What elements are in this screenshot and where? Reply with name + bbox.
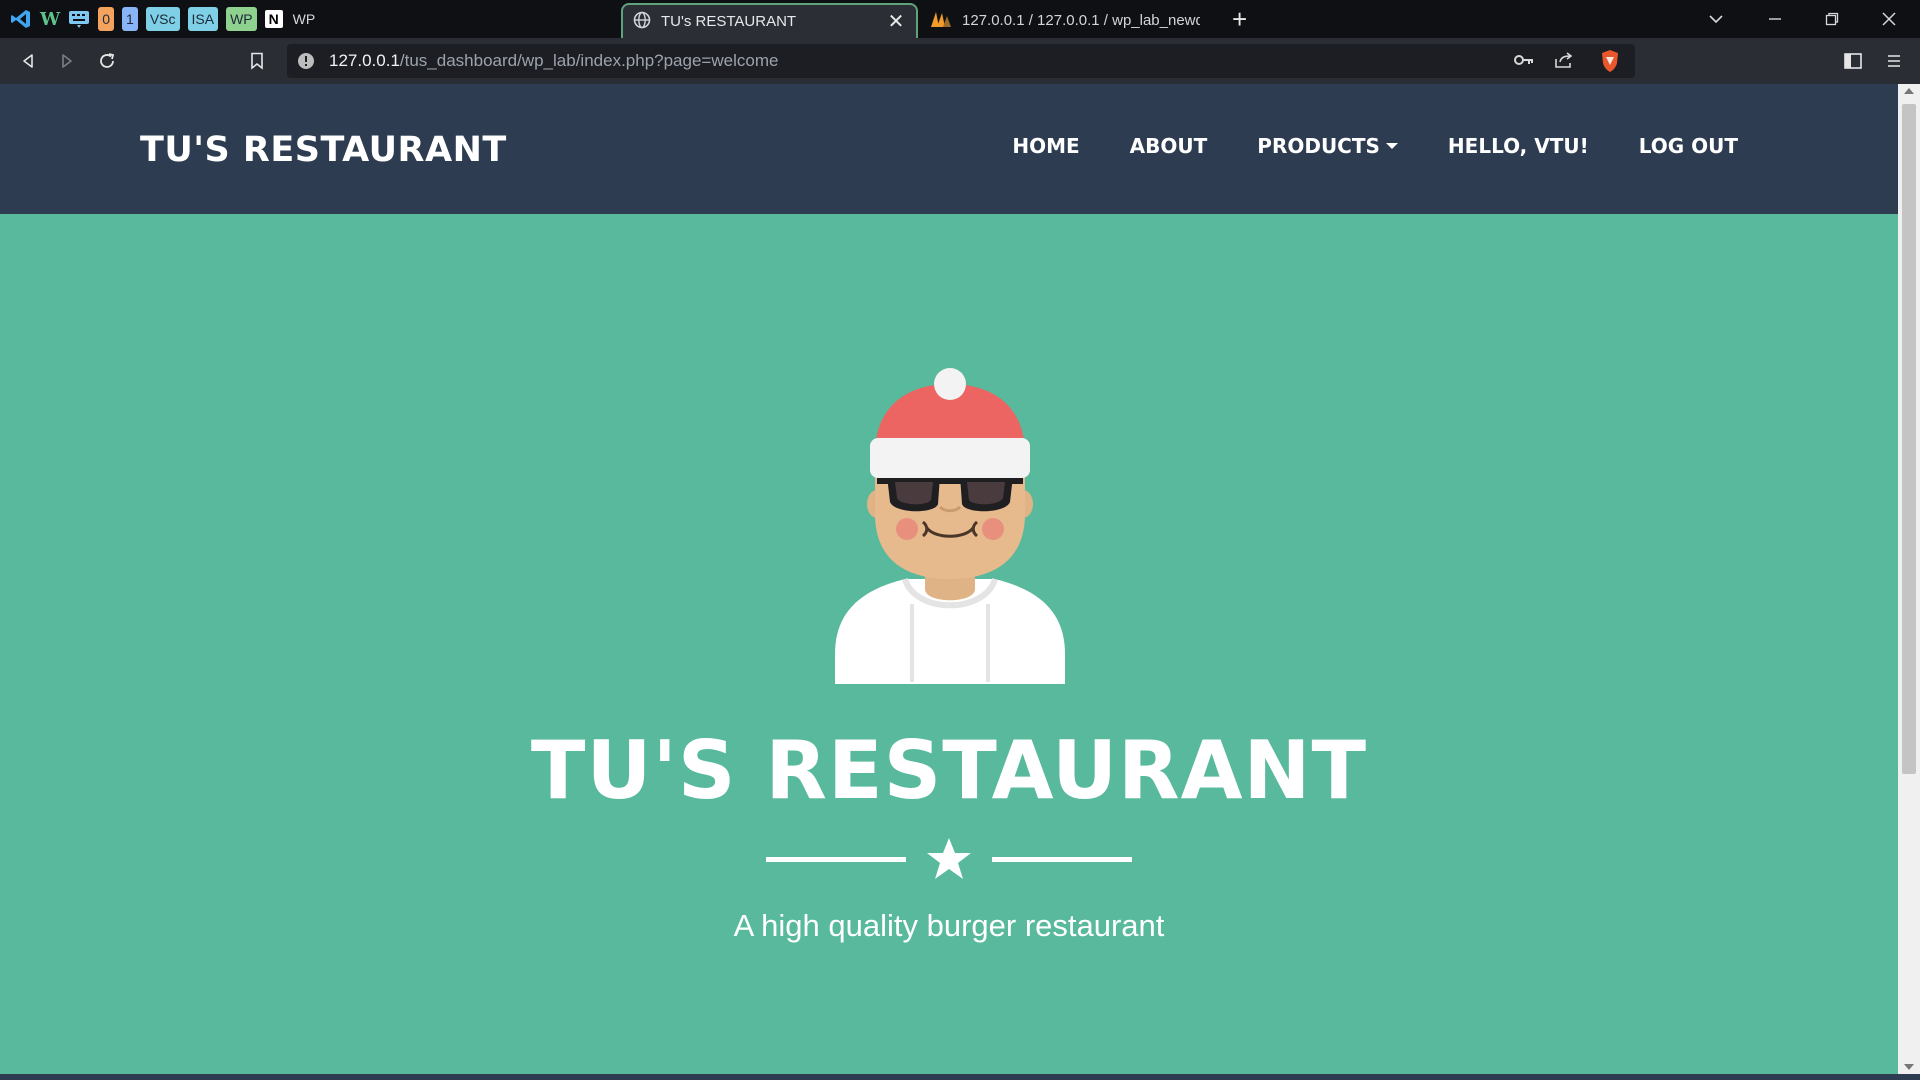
- nav-hello-user[interactable]: HELLO, VTU!: [1448, 134, 1589, 158]
- sidebar-icon[interactable]: [1835, 38, 1871, 84]
- url-host: 127.0.0.1: [329, 51, 400, 70]
- nav-home[interactable]: HOME: [1012, 134, 1079, 158]
- pinned-tab-wp[interactable]: WP: [226, 4, 257, 34]
- brave-shield-icon[interactable]: [1600, 49, 1620, 78]
- phpmyadmin-icon: [930, 10, 952, 32]
- vscode-icon[interactable]: [10, 4, 32, 34]
- address-bar[interactable]: 127.0.0.1/tus_dashboard/wp_lab/index.php…: [287, 44, 1635, 78]
- scrollbar-thumb[interactable]: [1902, 104, 1916, 774]
- scroll-down-icon[interactable]: [1904, 1064, 1914, 1070]
- globe-icon: [633, 11, 651, 33]
- pinned-tab-isa[interactable]: ISA: [187, 4, 219, 34]
- back-icon[interactable]: [10, 38, 46, 84]
- bookmark-icon[interactable]: [239, 38, 275, 84]
- nav-about[interactable]: ABOUT: [1130, 134, 1208, 158]
- share-icon[interactable]: [1554, 51, 1574, 74]
- browser-tab-strip: W 0 1 VSc ISA WP N WP TU's RESTAURANT ✕ …: [0, 0, 1920, 38]
- badge-label: 1: [122, 7, 138, 31]
- nav-products-dropdown[interactable]: PRODUCTS: [1257, 134, 1398, 158]
- notion-tab-label: WP: [292, 11, 316, 27]
- reload-icon[interactable]: [89, 38, 125, 84]
- divider-line-left: [766, 857, 906, 862]
- pinned-tab-badge-0[interactable]: 0: [98, 4, 115, 34]
- keyboard-icon[interactable]: [68, 4, 90, 34]
- url-path: /tus_dashboard/wp_lab/index.php?page=wel…: [399, 51, 779, 70]
- site-navbar: TU'S RESTAURANT HOME ABOUT PRODUCTS HELL…: [0, 84, 1898, 214]
- star-divider: [766, 838, 1132, 879]
- tab-phpmyadmin[interactable]: 127.0.0.1 / 127.0.0.1 / wp_lab_newdb /: [920, 3, 1210, 38]
- nav-products-label: PRODUCTS: [1257, 134, 1380, 158]
- wordpress-w-icon[interactable]: W: [40, 4, 60, 34]
- tab-title: 127.0.0.1 / 127.0.0.1 / wp_lab_newdb /: [962, 12, 1200, 29]
- notion-tab[interactable]: N WP: [264, 4, 316, 34]
- badge-label: VSc: [145, 7, 180, 31]
- key-icon[interactable]: [1514, 53, 1534, 72]
- star-icon: [927, 838, 971, 879]
- scroll-up-icon[interactable]: [1904, 88, 1914, 94]
- badge-label: WP: [226, 7, 257, 31]
- divider-line-right: [992, 857, 1132, 862]
- forward-icon[interactable]: [49, 38, 85, 84]
- hero-title: TU'S RESTAURANT: [530, 724, 1368, 817]
- hero-subtitle: A high quality burger restaurant: [733, 908, 1165, 943]
- pinned-tabs: W 0 1 VSc ISA WP N WP: [0, 0, 323, 38]
- badge-label: 0: [98, 7, 115, 31]
- menu-icon[interactable]: [1876, 38, 1912, 84]
- pinned-tab-badge-1[interactable]: 1: [122, 4, 138, 34]
- page-viewport: TU'S RESTAURANT HOME ABOUT PRODUCTS HELL…: [0, 84, 1898, 1074]
- tab-tus-restaurant[interactable]: TU's RESTAURANT ✕: [621, 3, 918, 38]
- window-close-icon[interactable]: [1882, 0, 1896, 38]
- caret-down-icon: [1385, 143, 1398, 149]
- notion-icon: N: [264, 10, 283, 28]
- close-icon[interactable]: ✕: [886, 9, 906, 34]
- tab-search-chevron-icon[interactable]: [1708, 0, 1724, 38]
- brand-logo[interactable]: TU'S RESTAURANT: [140, 130, 507, 170]
- new-tab-button[interactable]: +: [1232, 4, 1247, 35]
- restore-icon[interactable]: [1825, 0, 1839, 38]
- nav-logout[interactable]: LOG OUT: [1639, 134, 1738, 158]
- url-text: 127.0.0.1/tus_dashboard/wp_lab/index.php…: [329, 51, 778, 71]
- bottom-edge: [0, 1074, 1920, 1080]
- minimize-icon[interactable]: [1768, 0, 1782, 38]
- tab-title: TU's RESTAURANT: [661, 13, 797, 30]
- main-menu: HOME ABOUT PRODUCTS HELLO, VTU! LOG OUT: [1012, 134, 1738, 158]
- chef-avatar-illustration: [835, 368, 1065, 684]
- page-scrollbar[interactable]: [1898, 84, 1920, 1074]
- pinned-tab-vsc[interactable]: VSc: [145, 4, 180, 34]
- badge-label: ISA: [187, 7, 219, 31]
- site-info-icon[interactable]: [297, 52, 315, 75]
